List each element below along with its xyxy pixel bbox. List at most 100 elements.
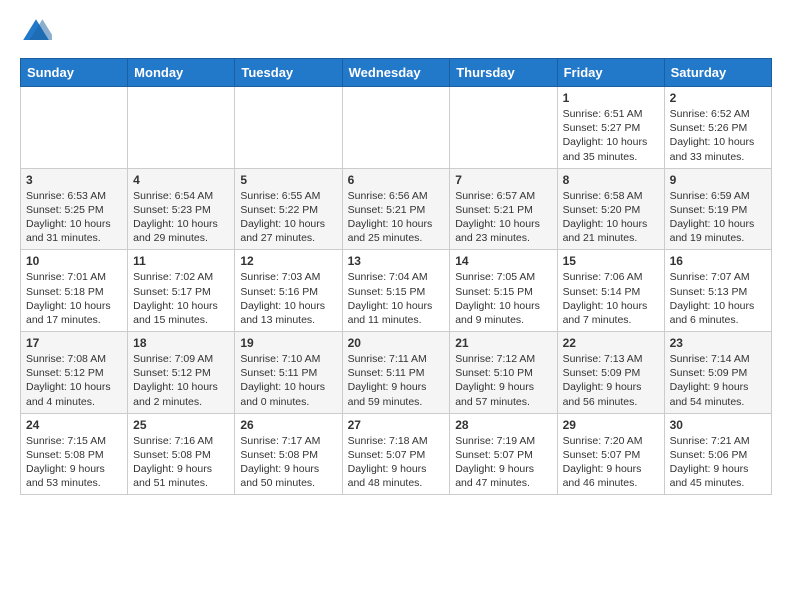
calendar-cell: 18Sunrise: 7:09 AMSunset: 5:12 PMDayligh… <box>128 332 235 414</box>
calendar-cell <box>235 87 342 169</box>
day-number: 8 <box>563 173 659 187</box>
day-number: 1 <box>563 91 659 105</box>
day-info-line: Daylight: 10 hours and 6 minutes. <box>670 299 766 327</box>
day-info-line: Sunset: 5:25 PM <box>26 203 122 217</box>
calendar-table: SundayMondayTuesdayWednesdayThursdayFrid… <box>20 58 772 495</box>
day-info-line: Daylight: 10 hours and 21 minutes. <box>563 217 659 245</box>
calendar-cell: 20Sunrise: 7:11 AMSunset: 5:11 PMDayligh… <box>342 332 450 414</box>
day-info-line: Sunrise: 7:16 AM <box>133 434 229 448</box>
calendar-cell <box>342 87 450 169</box>
day-header-wednesday: Wednesday <box>342 59 450 87</box>
day-info-line: Sunrise: 7:02 AM <box>133 270 229 284</box>
day-info-line: Sunset: 5:15 PM <box>455 285 551 299</box>
day-number: 17 <box>26 336 122 350</box>
day-info-line: Sunrise: 6:53 AM <box>26 189 122 203</box>
day-number: 22 <box>563 336 659 350</box>
day-info-line: Daylight: 10 hours and 11 minutes. <box>348 299 445 327</box>
day-info-line: Sunset: 5:07 PM <box>348 448 445 462</box>
day-info-line: Daylight: 10 hours and 35 minutes. <box>563 135 659 163</box>
day-info-line: Sunrise: 7:13 AM <box>563 352 659 366</box>
day-number: 14 <box>455 254 551 268</box>
day-info-line: Sunrise: 7:07 AM <box>670 270 766 284</box>
day-info-line: Sunset: 5:16 PM <box>240 285 336 299</box>
calendar-week-row: 17Sunrise: 7:08 AMSunset: 5:12 PMDayligh… <box>21 332 772 414</box>
day-number: 24 <box>26 418 122 432</box>
calendar-cell: 30 Sunrise: 7:21 AMSunset: 5:06 PMDayligh… <box>664 413 771 495</box>
day-info-line: Sunrise: 7:01 AM <box>26 270 122 284</box>
day-number: 21 <box>455 336 551 350</box>
day-info-line: Daylight: 9 hours and 48 minutes. <box>348 462 445 490</box>
calendar-cell: 25Sunrise: 7:16 AMSunset: 5:08 PMDayligh… <box>128 413 235 495</box>
calendar-week-row: 24Sunrise: 7:15 AMSunset: 5:08 PMDayligh… <box>21 413 772 495</box>
day-info-line: Sunset: 5:14 PM <box>563 285 659 299</box>
calendar-cell <box>450 87 557 169</box>
day-number: 29 <box>563 418 659 432</box>
calendar-cell: 13Sunrise: 7:04 AMSunset: 5:15 PMDayligh… <box>342 250 450 332</box>
day-info-line: Sunset: 5:21 PM <box>455 203 551 217</box>
day-number: 26 <box>240 418 336 432</box>
day-info-line: Daylight: 9 hours and 45 minutes. <box>670 462 766 490</box>
day-info-line: Sunrise: 7:21 AM <box>670 434 766 448</box>
header <box>20 16 772 48</box>
day-info-line: Sunset: 5:10 PM <box>455 366 551 380</box>
calendar-cell: 4Sunrise: 6:54 AMSunset: 5:23 PMDaylight… <box>128 168 235 250</box>
day-info-line: Sunset: 5:11 PM <box>240 366 336 380</box>
calendar-week-row: 3Sunrise: 6:53 AMSunset: 5:25 PMDaylight… <box>21 168 772 250</box>
day-info-line: Daylight: 10 hours and 33 minutes. <box>670 135 766 163</box>
day-info-line: Sunrise: 7:19 AM <box>455 434 551 448</box>
day-info-line: Daylight: 10 hours and 17 minutes. <box>26 299 122 327</box>
day-header-monday: Monday <box>128 59 235 87</box>
day-number: 30 <box>670 418 766 432</box>
calendar-week-row: 1Sunrise: 6:51 AMSunset: 5:27 PMDaylight… <box>21 87 772 169</box>
day-number: 23 <box>670 336 766 350</box>
day-info-line: Sunset: 5:09 PM <box>563 366 659 380</box>
day-info-line: Sunset: 5:12 PM <box>26 366 122 380</box>
calendar-cell: 9Sunrise: 6:59 AMSunset: 5:19 PMDaylight… <box>664 168 771 250</box>
day-number: 13 <box>348 254 445 268</box>
day-info-line: Sunset: 5:12 PM <box>133 366 229 380</box>
calendar-cell: 11 Sunrise: 7:02 AMSunset: 5:17 PMDayligh… <box>128 250 235 332</box>
calendar-cell: 7Sunrise: 6:57 AMSunset: 5:21 PMDaylight… <box>450 168 557 250</box>
day-info-line: Sunrise: 7:11 AM <box>348 352 445 366</box>
day-info-line: Sunset: 5:23 PM <box>133 203 229 217</box>
day-info-line: Daylight: 10 hours and 15 minutes. <box>133 299 229 327</box>
day-number: 15 <box>563 254 659 268</box>
calendar-cell: 12 Sunrise: 7:03 AMSunset: 5:16 PMDayligh… <box>235 250 342 332</box>
calendar-cell: 21Sunrise: 7:12 AMSunset: 5:10 PMDayligh… <box>450 332 557 414</box>
day-info-line: Daylight: 10 hours and 19 minutes. <box>670 217 766 245</box>
day-info-line: Daylight: 10 hours and 25 minutes. <box>348 217 445 245</box>
calendar-cell: 19Sunrise: 7:10 AMSunset: 5:11 PMDayligh… <box>235 332 342 414</box>
day-info-line: Sunrise: 6:52 AM <box>670 107 766 121</box>
day-number: 4 <box>133 173 229 187</box>
day-info-line: Daylight: 9 hours and 46 minutes. <box>563 462 659 490</box>
day-info-line: Daylight: 10 hours and 27 minutes. <box>240 217 336 245</box>
day-number: 5 <box>240 173 336 187</box>
day-info-line: Sunset: 5:07 PM <box>563 448 659 462</box>
day-info-line: Sunrise: 6:59 AM <box>670 189 766 203</box>
day-number: 28 <box>455 418 551 432</box>
day-info-line: Sunrise: 7:18 AM <box>348 434 445 448</box>
calendar-cell: 3Sunrise: 6:53 AMSunset: 5:25 PMDaylight… <box>21 168 128 250</box>
calendar-cell: 28Sunrise: 7:19 AMSunset: 5:07 PMDayligh… <box>450 413 557 495</box>
day-info-line: Daylight: 10 hours and 13 minutes. <box>240 299 336 327</box>
day-info-line: Sunrise: 7:20 AM <box>563 434 659 448</box>
day-info-line: Sunrise: 7:09 AM <box>133 352 229 366</box>
day-info-line: Sunset: 5:26 PM <box>670 121 766 135</box>
day-info-line: Sunrise: 7:17 AM <box>240 434 336 448</box>
calendar-cell: 16Sunrise: 7:07 AMSunset: 5:13 PMDayligh… <box>664 250 771 332</box>
day-info-line: Daylight: 9 hours and 51 minutes. <box>133 462 229 490</box>
day-number: 11 <box>133 254 229 268</box>
calendar-cell: 26Sunrise: 7:17 AMSunset: 5:08 PMDayligh… <box>235 413 342 495</box>
day-info-line: Sunrise: 7:03 AM <box>240 270 336 284</box>
day-info-line: Sunset: 5:17 PM <box>133 285 229 299</box>
day-info-line: Sunrise: 7:05 AM <box>455 270 551 284</box>
day-number: 6 <box>348 173 445 187</box>
day-number: 12 <box>240 254 336 268</box>
day-info-line: Sunrise: 7:12 AM <box>455 352 551 366</box>
calendar-cell: 15Sunrise: 7:06 AMSunset: 5:14 PMDayligh… <box>557 250 664 332</box>
day-info-line: Sunset: 5:19 PM <box>670 203 766 217</box>
day-info-line: Daylight: 10 hours and 23 minutes. <box>455 217 551 245</box>
day-number: 20 <box>348 336 445 350</box>
day-info-line: Sunset: 5:09 PM <box>670 366 766 380</box>
day-info-line: Sunset: 5:06 PM <box>670 448 766 462</box>
